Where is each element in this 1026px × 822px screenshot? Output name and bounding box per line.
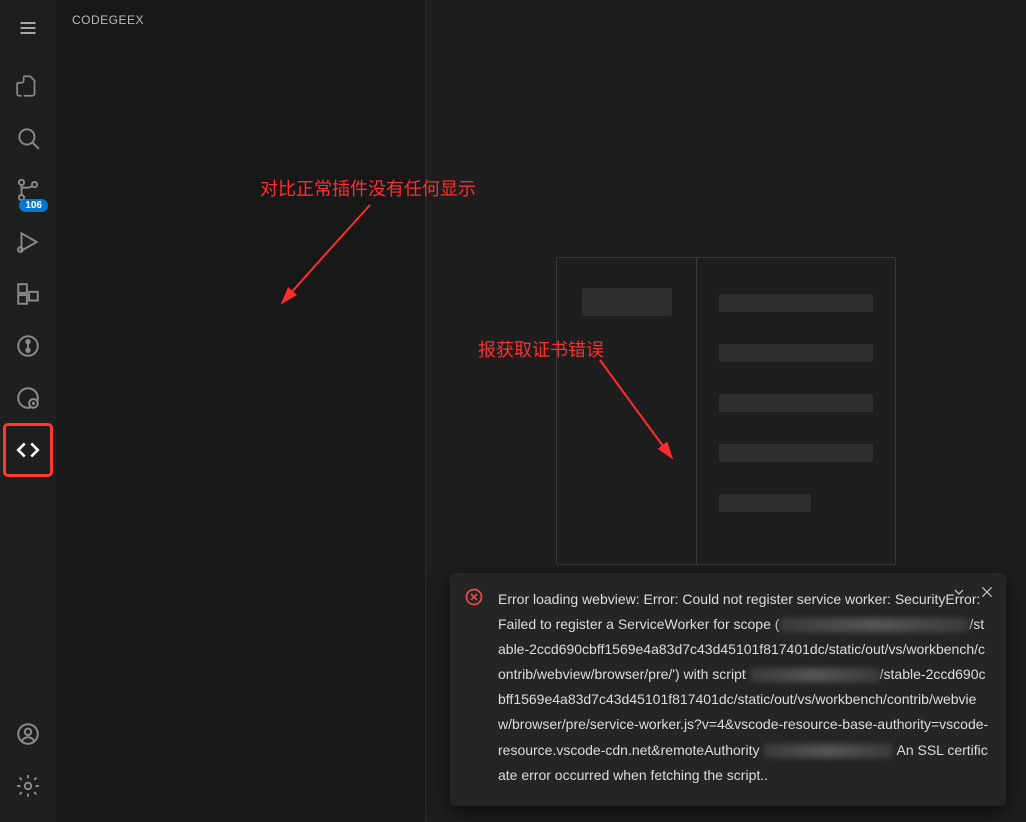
panel-body-empty	[56, 40, 425, 822]
side-panel: CODEGEEX	[56, 0, 426, 822]
redacted-host-3	[763, 744, 893, 758]
redacted-host-1	[779, 618, 969, 632]
remote-explorer-icon[interactable]	[4, 372, 52, 424]
codegeex-icon[interactable]	[4, 424, 52, 476]
menu-icon[interactable]	[8, 8, 48, 48]
activity-bar: 106	[0, 0, 56, 822]
notification-close-button[interactable]	[978, 583, 996, 601]
search-icon[interactable]	[4, 112, 52, 164]
source-control-badge: 106	[19, 199, 48, 212]
files-icon[interactable]	[4, 60, 52, 112]
source-control-icon[interactable]: 106	[4, 164, 52, 216]
git-graph-icon[interactable]	[4, 320, 52, 372]
settings-gear-icon[interactable]	[4, 760, 52, 812]
run-debug-icon[interactable]	[4, 216, 52, 268]
extensions-icon[interactable]	[4, 268, 52, 320]
notification-message: Error loading webview: Error: Could not …	[498, 587, 990, 789]
notification-collapse-button[interactable]	[950, 583, 968, 601]
panel-title: CODEGEEX	[56, 0, 425, 40]
accounts-icon[interactable]	[4, 708, 52, 760]
redacted-host-2	[750, 668, 880, 682]
error-notification: Error loading webview: Error: Could not …	[450, 573, 1006, 807]
error-icon	[464, 587, 484, 607]
editor-placeholder-icon	[556, 257, 896, 565]
